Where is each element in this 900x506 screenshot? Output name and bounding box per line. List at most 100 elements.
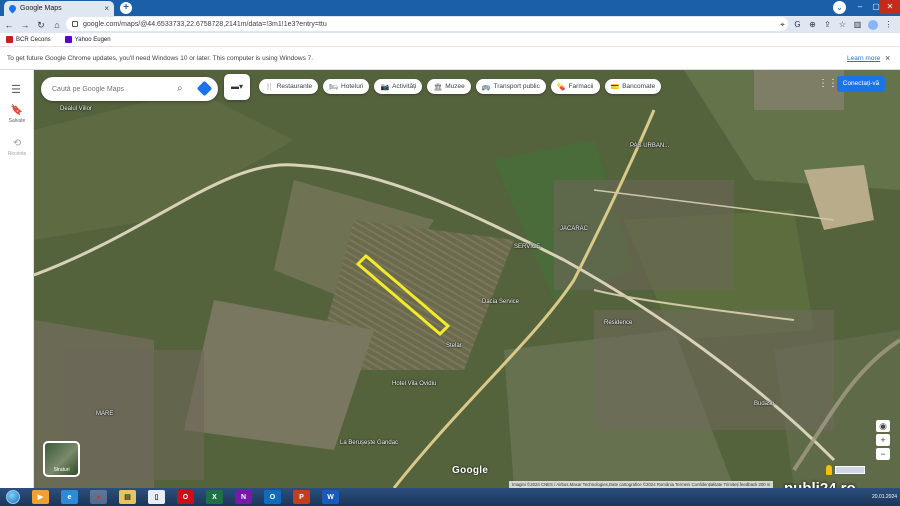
chip-label: Bancomate — [622, 83, 656, 90]
glyph: ● — [96, 493, 101, 501]
recent-button[interactable]: ⟲ Recente — [0, 138, 34, 157]
tab-strip: Google Maps × + ⌄ – ▢ ✕ — [0, 0, 900, 16]
share-icon[interactable]: ⇪ — [823, 20, 832, 29]
category-chips: 🍴 Restaurante 🛏 Hoteluri 📷 Activități 🏛 Muze… — [259, 79, 662, 94]
tab-close-icon[interactable]: × — [104, 4, 109, 13]
new-tab-button[interactable]: + — [120, 2, 132, 14]
recent-label: Recente — [7, 151, 27, 157]
powerpoint-icon[interactable]: P — [293, 490, 310, 504]
pegman-icon[interactable] — [826, 465, 832, 475]
address-bar[interactable]: google.com/maps/@44.6533733,22.6758728,2… — [66, 17, 788, 31]
location-icon[interactable]: ⌖ — [778, 20, 787, 30]
bookmark-bcr[interactable]: BCR Cecons — [6, 36, 51, 43]
bookmark-label: BCR Cecons — [16, 36, 51, 43]
map-label-jacarac[interactable]: JACARAC — [560, 226, 588, 232]
media-player-icon[interactable]: ▶ — [32, 490, 49, 504]
chip-activities[interactable]: 📷 Activități — [374, 79, 423, 94]
map-label-dacia[interactable]: Dacia Service — [482, 299, 519, 305]
infobar-close-icon[interactable]: × — [885, 53, 890, 63]
chip-transit[interactable]: 🚌 Transport public — [475, 79, 546, 94]
glyph: ▯ — [154, 494, 159, 501]
museum-icon: 🏛 — [433, 83, 443, 91]
map-label-stelar[interactable]: Stelar — [446, 343, 462, 349]
imagery-thumbnails[interactable] — [835, 466, 865, 474]
maps-side-rail: ☰ 🔖 Salvate ⟲ Recente — [0, 70, 34, 488]
chrome-taskbar-icon[interactable]: ● — [90, 490, 107, 504]
excel-icon[interactable]: X — [206, 490, 223, 504]
profile-avatar[interactable] — [868, 19, 878, 30]
compass-icon[interactable]: ◉ — [876, 420, 890, 432]
bookmark-icon: 🔖 — [10, 105, 24, 116]
google-maps: ☰ 🔖 Salvate ⟲ Recente Dealul Viilor PAS … — [0, 70, 900, 488]
zoom-icon[interactable]: ⊕ — [808, 20, 817, 29]
reload-icon[interactable]: ↻ — [34, 18, 48, 32]
layers-thumbnail[interactable]: Straturi — [43, 441, 80, 477]
directions-icon[interactable] — [196, 80, 213, 97]
bookmark-yahoo[interactable]: Yahoo Eugen — [64, 36, 111, 43]
glyph: W — [327, 493, 334, 501]
bookmark-label: Yahoo Eugen — [74, 36, 111, 43]
chip-label: Restaurante — [276, 83, 313, 90]
saved-button[interactable]: 🔖 Salvate — [0, 105, 34, 124]
zoom-in-button[interactable]: + — [876, 434, 890, 446]
taskbar-clock[interactable]: 20.01.2024 — [872, 494, 897, 500]
map-label-residence[interactable]: Residence — [604, 320, 632, 326]
search-input[interactable] — [52, 85, 172, 93]
chip-atms[interactable]: 💳 Bancomate — [604, 79, 662, 94]
notepad-icon[interactable]: ▯ — [148, 490, 165, 504]
word-icon[interactable]: W — [322, 490, 339, 504]
outlook-icon[interactable]: O — [264, 490, 281, 504]
satellite-map[interactable]: Dealul Viilor PAS URBAN... JACARAC SERVI… — [34, 70, 900, 488]
file-explorer-icon[interactable]: ▤ — [119, 490, 136, 504]
opera-icon[interactable]: O — [177, 490, 194, 504]
yahoo-icon — [64, 36, 72, 43]
google-lens-icon[interactable]: G — [793, 20, 802, 29]
map-label-budasu[interactable]: Budasu — [754, 401, 774, 407]
restaurant-icon: 🍴 — [265, 83, 274, 91]
tab-search-button[interactable]: ⌄ — [833, 1, 846, 14]
close-window-button[interactable]: ✕ — [880, 0, 900, 14]
chip-pharmacies[interactable]: 💊 Farmacii — [550, 79, 600, 94]
glyph: ▶ — [37, 494, 44, 501]
chip-hotels[interactable]: 🛏 Hoteluri — [323, 79, 370, 94]
map-label-mare[interactable]: MARE — [96, 411, 113, 417]
onenote-icon[interactable]: N — [235, 490, 252, 504]
hamburger-menu-icon[interactable]: ☰ — [11, 83, 21, 96]
chip-label: Muzee — [445, 83, 465, 90]
sign-in-button[interactable]: Conectați-vă — [837, 76, 885, 92]
toolbar-icons: ⌖ G ⊕ ⇪ ☆ ▥ ⋮ — [778, 16, 893, 33]
glyph: N — [240, 493, 247, 501]
map-label-hotel[interactable]: Hotel Vila Ovidiu — [392, 381, 436, 387]
hotel-icon: 🛏 — [329, 83, 339, 91]
url-text: google.com/maps/@44.6533733,22.6758728,2… — [83, 20, 327, 28]
home-icon[interactable]: ⌂ — [50, 18, 64, 32]
chrome-menu-icon[interactable]: ⋮ — [884, 20, 893, 29]
forward-icon[interactable]: → — [18, 18, 32, 32]
maps-search-box[interactable]: ⌕ — [41, 77, 218, 101]
windows-taskbar: ▶ e ● ▤ ▯ O X N O P W — [0, 488, 900, 506]
map-label-service[interactable]: SERVICE — [514, 244, 540, 250]
glyph: ▤ — [124, 494, 131, 501]
zoom-out-button[interactable]: − — [876, 448, 890, 460]
bookmark-star-icon[interactable]: ☆ — [838, 20, 847, 29]
browser-tab[interactable]: Google Maps × — [4, 1, 114, 16]
glyph: X — [212, 493, 217, 501]
glyph: P — [299, 493, 304, 501]
side-panel-icon[interactable]: ▥ — [853, 20, 862, 29]
glyph: O — [182, 493, 189, 501]
map-label-pas[interactable]: PAS URBAN... — [630, 143, 669, 149]
learn-more-link[interactable]: Learn more — [847, 55, 880, 62]
map-layers-button[interactable]: ▬▾ — [224, 74, 250, 100]
start-button[interactable] — [6, 490, 20, 504]
history-icon: ⟲ — [12, 138, 22, 149]
map-attribution[interactable]: Imagini ©2024 CNES / Airbus,Maxar Techno… — [509, 481, 774, 488]
back-icon[interactable]: ← — [2, 18, 16, 32]
google-apps-icon[interactable]: ⋮⋮ — [818, 78, 838, 89]
google-logo: Google — [452, 465, 489, 476]
internet-explorer-icon[interactable]: e — [61, 490, 78, 504]
map-label-beruste[interactable]: La Berușește Gandac — [340, 440, 398, 446]
search-icon[interactable]: ⌕ — [177, 83, 183, 94]
chip-restaurants[interactable]: 🍴 Restaurante — [259, 79, 319, 94]
map-label-dealul[interactable]: Dealul Viilor — [60, 106, 92, 112]
chip-museums[interactable]: 🏛 Muzee — [427, 79, 471, 94]
